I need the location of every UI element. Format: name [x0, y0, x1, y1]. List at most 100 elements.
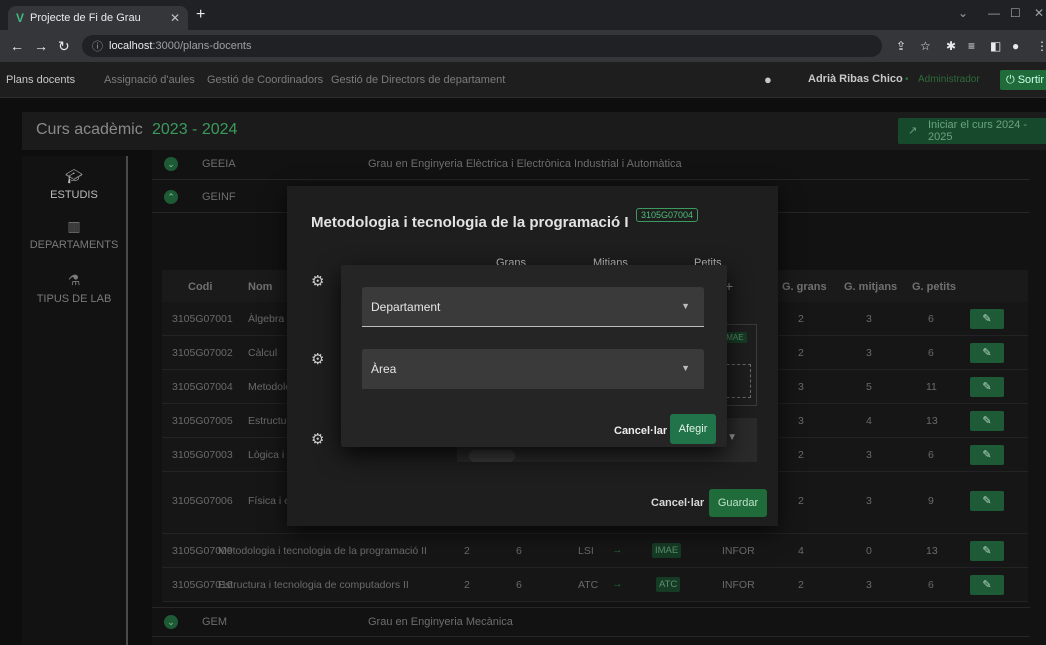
arrow-right-icon: →	[612, 544, 623, 556]
sidebar-item-label: DEPARTAMENTS	[29, 239, 119, 251]
degree-row-geeia[interactable]: ⌄ GEEIA Grau en Enginyeria Elèctrica i E…	[152, 150, 1030, 180]
tab-title: Projecte de Fi de Grau	[30, 12, 141, 24]
cell-gpetits: 6	[928, 313, 934, 325]
edit-pencil-icon[interactable]: ✎	[970, 491, 1004, 511]
reading-list-icon[interactable]: ≡	[968, 39, 975, 53]
maximize-icon[interactable]: ☐	[1010, 6, 1021, 20]
save-button[interactable]: Guardar	[709, 489, 767, 517]
nav-gestio-coordinadors[interactable]: Gestió de Coordinadors	[207, 74, 323, 86]
cell-nom: Càlcul	[248, 347, 278, 359]
cell-nom: Lògica i r	[248, 449, 291, 461]
cell-c1: 2	[464, 545, 470, 557]
cell-ggrans: 2	[798, 449, 804, 461]
back-icon[interactable]: ←	[10, 38, 24, 54]
arrow-right-icon: →	[612, 578, 623, 590]
chevron-up-icon[interactable]: ⌃	[164, 190, 178, 204]
sidebar-item-label: TIPUS DE LAB	[36, 293, 112, 305]
cell-c2: 6	[516, 545, 522, 557]
nav-gestio-directors[interactable]: Gestió de Directors de departament	[331, 74, 505, 86]
forward-icon[interactable]: →	[34, 38, 48, 54]
area-select[interactable]: Àrea ▼	[362, 349, 704, 389]
edit-pencil-icon[interactable]: ✎	[970, 541, 1004, 561]
browser-tab[interactable]: V Projecte de Fi de Grau ✕	[8, 6, 188, 30]
close-window-icon[interactable]: ✕	[1034, 6, 1044, 20]
cell-gmitjans: 3	[866, 495, 872, 507]
url-path: :3000/plans-docents	[152, 40, 252, 52]
side-panel-icon[interactable]: ◧	[990, 39, 1001, 53]
degree-code: GEM	[202, 616, 228, 628]
extensions-icon[interactable]: ✱	[946, 39, 956, 53]
sidebar-item-departaments[interactable]: ▥ DEPARTAMENTS	[22, 218, 126, 251]
cell-dept: LSI	[578, 545, 594, 557]
edit-pencil-icon[interactable]: ✎	[970, 575, 1004, 595]
area-badge: ATC	[656, 577, 681, 592]
cell-nom: Estructura i tecnologia de computadors I…	[218, 579, 409, 591]
cell-gmitjans: 3	[866, 579, 872, 591]
browser-tabbar: V Projecte de Fi de Grau ✕ + ⌄ — ☐ ✕	[0, 0, 1046, 30]
cell-gpetits: 11	[926, 381, 937, 393]
site-info-icon[interactable]: ⓘ	[92, 38, 103, 54]
cell-dept: ATC	[578, 579, 599, 591]
chevron-down-icon: ▼	[681, 301, 690, 311]
degree-name: Grau en Enginyeria Elèctrica i Electròni…	[368, 158, 682, 170]
cancel-button[interactable]: Cancel·lar	[651, 497, 704, 509]
chevron-down-icon[interactable]: ⌄	[164, 157, 178, 171]
cell-c2: 6	[516, 579, 522, 591]
power-icon: ⏻	[1006, 73, 1015, 86]
bullet-icon: •	[905, 74, 909, 85]
table-row[interactable]: 3105G07016 Estructura i tecnologia de co…	[162, 568, 1028, 602]
edit-pencil-icon[interactable]: ✎	[970, 309, 1004, 329]
col-nom: Nom	[248, 281, 273, 293]
edit-pencil-icon[interactable]: ✎	[970, 343, 1004, 363]
cell-nom: Metodolo	[248, 381, 292, 393]
degree-name: Grau en Enginyeria Mecànica	[368, 616, 513, 628]
user-name: Adrià Ribas Chico	[808, 73, 903, 85]
cell-gpetits: 6	[928, 347, 934, 359]
curs-year[interactable]: 2023 - 2024	[152, 121, 237, 139]
table-row[interactable]: 3105G07009 Metodologia i tecnologia de l…	[162, 534, 1028, 568]
profile-avatar-icon[interactable]: ●	[1012, 39, 1019, 53]
cell-ggrans: 4	[798, 545, 804, 557]
trend-icon: ↗	[908, 125, 918, 137]
sidebar-item-estudis[interactable]: 🎓︎ ESTUDIS	[22, 168, 126, 201]
menu-icon[interactable]: ⋮	[1036, 39, 1046, 53]
address-input[interactable]: ⓘ localhost :3000/plans-docents	[82, 35, 882, 57]
user-role: Administrador	[918, 74, 980, 85]
cancel-button[interactable]: Cancel·lar	[614, 425, 667, 437]
cell-gpetits: 6	[928, 579, 934, 591]
tab-search-icon[interactable]: ⌄	[958, 6, 968, 20]
reload-icon[interactable]: ↻	[58, 38, 70, 55]
degree-code: GEEIA	[202, 158, 236, 170]
cell-grup: INFOR	[722, 579, 755, 591]
col-gpetits: G. petits	[912, 281, 957, 293]
minimize-icon[interactable]: —	[988, 6, 1000, 20]
vue-logo-icon: V	[16, 11, 25, 25]
cell-nom: Física i e	[248, 495, 291, 507]
chevron-down-icon: ▼	[727, 432, 737, 443]
nav-assignacio-aules[interactable]: Assignació d'aules	[104, 74, 195, 86]
cell-gmitjans: 5	[866, 381, 872, 393]
add-button[interactable]: Afegir	[670, 414, 716, 444]
edit-pencil-icon[interactable]: ✎	[970, 411, 1004, 431]
degree-row-gem[interactable]: ⌄ GEM Grau en Enginyeria Mecànica	[152, 607, 1030, 637]
departament-select[interactable]: Departament ▼	[362, 287, 704, 327]
chevron-down-icon[interactable]: ⌄	[164, 615, 178, 629]
logout-button[interactable]: ⏻ Sortir	[1000, 70, 1046, 90]
cell-gmitjans: 3	[866, 449, 872, 461]
nav-plans-docents[interactable]: Plans docents	[6, 74, 75, 86]
edit-pencil-icon[interactable]: ✎	[970, 445, 1004, 465]
degree-code: GEINF	[202, 191, 236, 203]
tab-close-icon[interactable]: ✕	[170, 11, 180, 25]
browser-toolbar: ← → ↻ ⓘ localhost :3000/plans-docents ⇪ …	[0, 30, 1046, 62]
col-gmitjans: G. mitjans	[844, 281, 898, 293]
new-tab-icon[interactable]: +	[196, 6, 205, 24]
bookmark-star-icon[interactable]: ☆	[920, 39, 931, 53]
share-icon[interactable]: ⇪	[896, 39, 906, 53]
graduation-cap-icon: 🎓︎	[65, 168, 83, 184]
edit-pencil-icon[interactable]: ✎	[970, 377, 1004, 397]
sidebar-item-tipus-lab[interactable]: ⚗ TIPUS DE LAB	[22, 272, 126, 305]
iniciar-curs-button[interactable]: ↗ Iniciar el curs 2024 - 2025	[898, 118, 1046, 144]
departament-label: Departament	[371, 300, 441, 314]
col-ggrans: G. grans	[782, 281, 827, 293]
cell-gpetits: 9	[928, 495, 934, 507]
